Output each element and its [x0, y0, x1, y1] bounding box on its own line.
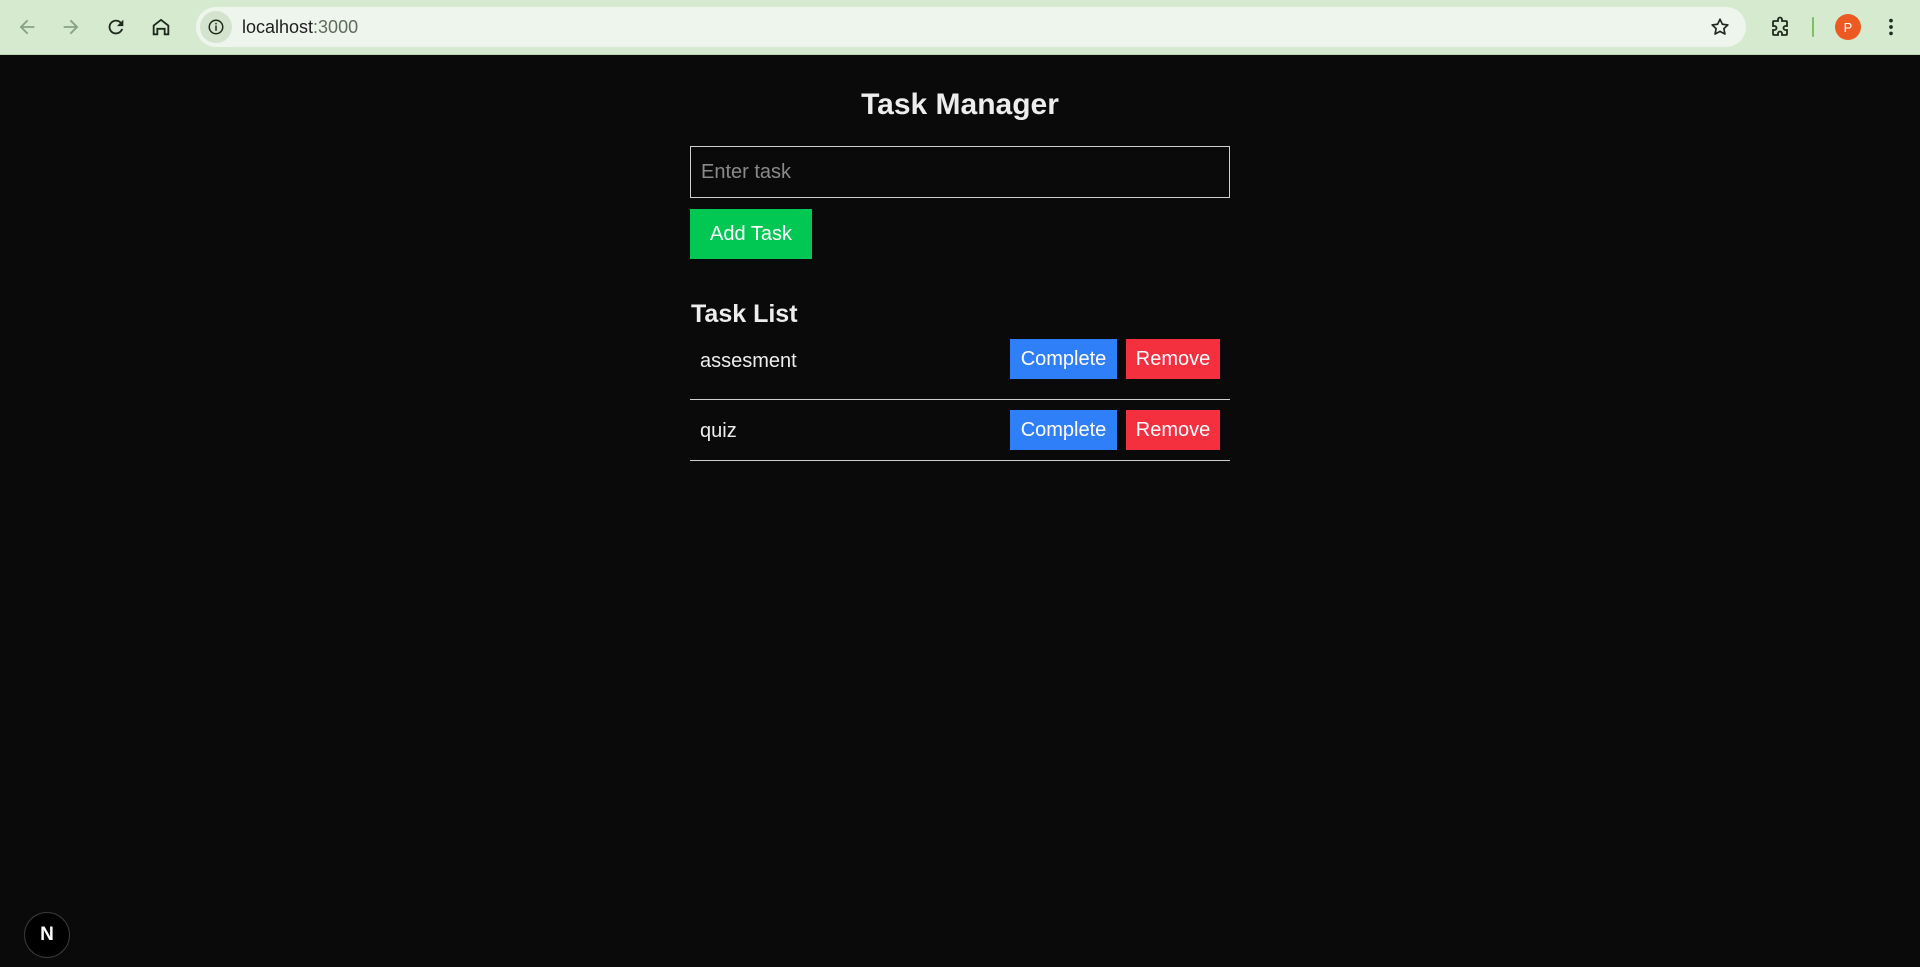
- task-list-title: Task List: [691, 300, 798, 328]
- browser-menu-button[interactable]: [1876, 12, 1906, 42]
- kebab-menu-icon: [1889, 18, 1893, 36]
- nextjs-icon: N: [40, 924, 54, 945]
- bookmark-button[interactable]: [1708, 15, 1732, 39]
- profile-avatar[interactable]: P: [1835, 14, 1861, 40]
- browser-toolbar: localhost:3000 P: [0, 0, 1920, 55]
- forward-button[interactable]: [52, 8, 90, 46]
- complete-button[interactable]: Complete: [1010, 339, 1117, 379]
- home-button[interactable]: [142, 8, 180, 46]
- page-viewport: Task Manager Add Task Task List assesmen…: [0, 56, 1920, 967]
- site-info-button[interactable]: [200, 11, 232, 43]
- home-icon: [152, 18, 170, 36]
- puzzle-icon: [1772, 16, 1788, 36]
- remove-button[interactable]: Remove: [1126, 339, 1220, 379]
- extensions-button[interactable]: [1762, 10, 1798, 46]
- nextjs-dev-badge[interactable]: N: [24, 912, 70, 958]
- reload-icon: [108, 19, 124, 35]
- arrow-left-icon: [19, 19, 35, 35]
- address-bar[interactable]: localhost:3000: [196, 7, 1746, 47]
- task-name: quiz: [700, 420, 737, 442]
- star-icon: [1711, 18, 1729, 35]
- complete-button[interactable]: Complete: [1010, 410, 1117, 450]
- task-row: quiz Complete Remove: [690, 400, 1230, 461]
- toolbar-divider: [1812, 17, 1814, 37]
- add-task-button[interactable]: Add Task: [690, 209, 812, 259]
- url-host: localhost: [242, 17, 314, 37]
- info-icon: [208, 19, 224, 35]
- url-text: localhost:3000: [242, 17, 358, 38]
- task-row: assesment Complete Remove: [690, 339, 1230, 400]
- arrow-right-icon: [63, 19, 79, 35]
- task-name: assesment: [700, 350, 797, 372]
- remove-button[interactable]: Remove: [1126, 410, 1220, 450]
- page-title: Task Manager: [861, 88, 1059, 121]
- task-input[interactable]: [690, 146, 1230, 198]
- reload-button[interactable]: [97, 8, 135, 46]
- profile-initial: P: [1843, 19, 1853, 35]
- back-button[interactable]: [8, 8, 46, 46]
- task-list: assesment Complete Remove quiz Complete …: [690, 339, 1230, 461]
- url-port: :3000: [313, 17, 359, 37]
